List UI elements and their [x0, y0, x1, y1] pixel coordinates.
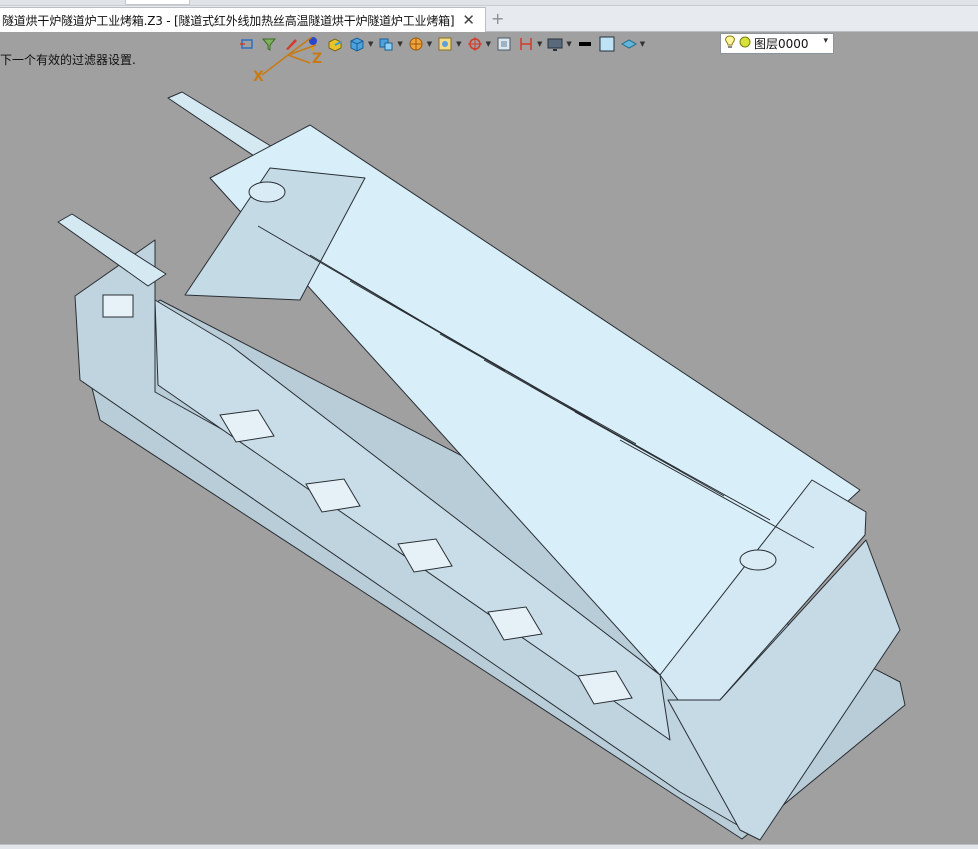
viewport-bottom-edge — [0, 844, 978, 849]
chevron-down-icon[interactable]: ▼ — [486, 40, 491, 48]
sphere-wheel-icon[interactable] — [407, 35, 425, 53]
3d-viewport[interactable] — [0, 60, 978, 849]
document-tab[interactable]: 隧道烘干炉隧道炉工业烤箱.Z3 - [隧道式红外线加热丝高温隧道烘干炉隧道炉工业… — [0, 7, 486, 32]
fill-color-icon[interactable] — [598, 35, 616, 53]
chevron-down-icon[interactable]: ▼ — [566, 40, 571, 48]
layer-select[interactable]: 图层0000 ▾ — [720, 33, 834, 54]
cube-icon[interactable] — [348, 35, 366, 53]
chevron-down-icon[interactable]: ▼ — [368, 40, 373, 48]
chevron-down-icon[interactable]: ▼ — [640, 40, 645, 48]
chevron-down-icon[interactable]: ▼ — [397, 40, 402, 48]
close-icon[interactable]: ✕ — [462, 11, 475, 29]
chevron-down-icon[interactable]: ▾ — [823, 36, 828, 46]
box-color-icon[interactable] — [326, 35, 344, 53]
zoom-fit-icon[interactable] — [436, 35, 454, 53]
document-tab-bar: 隧道烘干炉隧道炉工业烤箱.Z3 - [隧道式红外线加热丝高温隧道烘干炉隧道炉工业… — [0, 6, 978, 32]
exhaust-port-right — [739, 549, 777, 571]
frame-icon[interactable] — [495, 35, 513, 53]
quick-access-stub[interactable] — [125, 0, 190, 5]
chevron-down-icon[interactable]: ▼ — [456, 40, 461, 48]
layer-name: 图层0000 — [754, 37, 809, 51]
document-tab-title: 隧道烘干炉隧道炉工业烤箱.Z3 - [隧道式红外线加热丝高温隧道烘干炉隧道炉工业… — [2, 13, 455, 28]
dimension-icon[interactable] — [517, 35, 535, 53]
exhaust-port-left — [248, 181, 286, 203]
chevron-down-icon[interactable]: ▼ — [427, 40, 432, 48]
cube-split-icon[interactable] — [377, 35, 395, 53]
layer-color-icon — [739, 36, 751, 51]
line-color-icon[interactable] — [576, 35, 594, 53]
new-tab-button[interactable]: + — [491, 9, 504, 28]
monitor-icon[interactable] — [546, 35, 564, 53]
oven-model — [57, 91, 906, 841]
chevron-down-icon[interactable]: ▼ — [537, 40, 542, 48]
layers-icon[interactable] — [620, 35, 638, 53]
lightbulb-icon — [724, 35, 736, 52]
control-panel — [102, 294, 134, 318]
move-icon[interactable] — [466, 35, 484, 53]
